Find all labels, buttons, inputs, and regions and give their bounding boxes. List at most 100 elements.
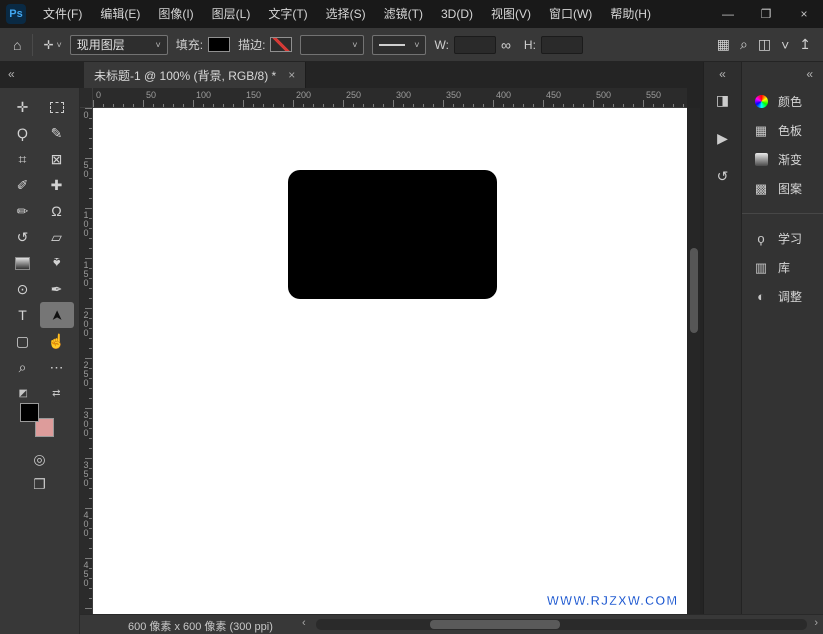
app-logo[interactable]: Ps (6, 4, 26, 24)
eyedropper-tool[interactable]: ✐ (6, 172, 40, 198)
color-panel[interactable]: 颜色 (742, 87, 823, 116)
path-selection-tool[interactable]: ➤ (40, 302, 74, 328)
workspace-icon[interactable]: ◫ (758, 36, 771, 53)
quick-selection-tool[interactable]: ✎ (40, 120, 74, 146)
vertical-scrollbar-thumb[interactable] (690, 248, 698, 333)
collapse-toolbar-icon[interactable]: « (8, 67, 15, 81)
horizontal-scrollbar[interactable] (316, 619, 807, 630)
vertical-scrollbar[interactable] (688, 108, 700, 614)
ruler-tick (273, 104, 274, 107)
menu-item[interactable]: 3D(D) (432, 0, 482, 28)
dodge-tool[interactable]: ⊙ (6, 276, 40, 302)
pen-tool[interactable]: ✒ (40, 276, 74, 302)
shape-tool[interactable]: ▢ (6, 328, 40, 354)
menu-item[interactable]: 滤镜(T) (375, 0, 432, 28)
ruler-tick (89, 348, 92, 349)
actions-panel-icon[interactable]: ▶ (704, 127, 741, 149)
ruler-tick (89, 338, 92, 339)
swap-colors-icon[interactable]: ⇄ (52, 388, 60, 399)
patterns-panel-label: 图案 (778, 180, 802, 197)
clone-stamp-tool[interactable]: Ω (40, 198, 74, 224)
type-tool[interactable]: T (6, 302, 40, 328)
shape-width-input[interactable] (454, 36, 496, 54)
frame-tool[interactable]: ⊠ (40, 146, 74, 172)
ruler-tick (463, 104, 464, 107)
ruler-tick (423, 104, 424, 107)
photoshop-window: Ps 文件(F)编辑(E)图像(I)图层(L)文字(T)选择(S)滤镜(T)3D… (0, 0, 823, 634)
menu-item[interactable]: 文件(F) (34, 0, 91, 28)
grid-view-icon[interactable]: ▦ (717, 36, 730, 53)
move-tool-icon: ✛ (43, 38, 53, 52)
stroke-options-dropdown[interactable]: ˅ (300, 35, 364, 55)
share-icon[interactable]: ↥ (799, 36, 811, 53)
libraries-panel[interactable]: ▥库 (742, 253, 823, 282)
properties-panel-icon[interactable]: ◨ (704, 89, 741, 111)
move-tool[interactable]: ✛ (6, 94, 40, 120)
tab-close-icon[interactable]: × (288, 68, 295, 82)
active-tool-button[interactable]: ✛ ˅ (39, 36, 65, 54)
gradients-panel[interactable]: 渐变 (742, 145, 823, 174)
eraser-tool[interactable]: ▱ (40, 224, 74, 250)
hand-tool[interactable]: ☝ (40, 328, 74, 354)
expand-panels-icon[interactable]: « (704, 62, 741, 89)
blur-tool[interactable]: ♠ (40, 250, 74, 276)
ruler-tick (85, 408, 92, 409)
menu-item[interactable]: 选择(S) (317, 0, 375, 28)
crop-tool[interactable]: ⌗ (6, 146, 40, 172)
history-panel-icon[interactable]: ↺ (704, 165, 741, 187)
brush-tool-icon: ✏ (17, 203, 29, 220)
more-tools[interactable]: ⋯ (40, 354, 74, 380)
menu-item[interactable]: 图层(L) (203, 0, 260, 28)
link-dimensions-icon[interactable]: ∞ (501, 37, 511, 53)
menu-item[interactable]: 文字(T) (259, 0, 316, 28)
scroll-left-icon[interactable]: ‹ (302, 617, 306, 629)
fill-label: 填充: (176, 36, 203, 53)
brush-tool[interactable]: ✏ (6, 198, 40, 224)
ruler-tick (89, 598, 92, 599)
rectangular-marquee-tool[interactable] (40, 94, 74, 120)
scroll-right-icon[interactable]: › (814, 617, 818, 629)
home-icon[interactable]: ⌂ (13, 37, 21, 53)
search-icon[interactable]: ⌕ (740, 36, 748, 53)
layer-target-dropdown[interactable]: 现用图层 ˅ (70, 35, 168, 55)
canvas-black-rounded-rectangle[interactable] (288, 170, 497, 299)
document-tab[interactable]: 未标题-1 @ 100% (背景, RGB/8) * × (84, 62, 306, 88)
dock-groups: 颜色▦色板渐变▩图案 ϙ学习▥库◐调整 (742, 83, 823, 321)
stroke-color-swatch[interactable] (270, 37, 292, 52)
collapse-dock-icon[interactable]: « (742, 62, 823, 83)
menu-item[interactable]: 编辑(E) (91, 0, 149, 28)
menu-item[interactable]: 图像(I) (149, 0, 202, 28)
menu-item[interactable]: 视图(V) (482, 0, 540, 28)
default-colors-icon[interactable]: ◩ (19, 388, 28, 399)
menu-item[interactable]: 帮助(H) (601, 0, 660, 28)
quick-mask-icon[interactable]: ◎ (0, 451, 79, 468)
foreground-color-swatch[interactable] (20, 403, 39, 422)
patterns-panel[interactable]: ▩图案 (742, 174, 823, 203)
gradient-tool[interactable] (6, 250, 40, 276)
dock-group: ϙ学习▥库◐调整 (742, 213, 823, 321)
tool-options-bar: ⌂ ✛ ˅ 现用图层 ˅ 填充: 描边: ˅ ˅ W: ∞ H: ▦⌕◫˅↥ (0, 28, 823, 62)
ruler-tick (223, 104, 224, 107)
history-brush-tool[interactable]: ↺ (6, 224, 40, 250)
minimize-button[interactable]: — (709, 0, 747, 28)
screen-mode-icon[interactable]: ❐ (0, 476, 79, 493)
zoom-tool[interactable]: ⌕ (6, 354, 40, 380)
swatches-panel[interactable]: ▦色板 (742, 116, 823, 145)
canvas[interactable]: 软件自学网 WWW.RJZXW.COM (93, 108, 687, 614)
learn-panel[interactable]: ϙ学习 (742, 224, 823, 253)
fill-color-swatch[interactable] (208, 37, 230, 52)
horizontal-scrollbar-thumb[interactable] (430, 620, 560, 629)
tools-panel: ✛Ϙ✎⌗⊠✐✚ ✏ Ω↺▱♠⊙✒T➤▢☝⌕⋯ ◩ ⇄ ◎ ❐ (0, 88, 80, 634)
ruler-tick (89, 198, 92, 199)
maximize-button[interactable]: ❐ (747, 0, 785, 28)
lasso-tool[interactable]: Ϙ (6, 120, 40, 146)
healing-brush-tool[interactable]: ✚ (40, 172, 74, 198)
chevron-down-icon[interactable]: ˅ (781, 37, 789, 53)
menu-item[interactable]: 窗口(W) (540, 0, 601, 28)
adjustments-panel[interactable]: ◐调整 (742, 282, 823, 311)
close-button[interactable]: × (785, 0, 823, 28)
stroke-type-dropdown[interactable]: ˅ (372, 35, 426, 55)
shape-height-input[interactable] (541, 36, 583, 54)
ruler-tick (573, 104, 574, 107)
ruler-tick (183, 104, 184, 107)
